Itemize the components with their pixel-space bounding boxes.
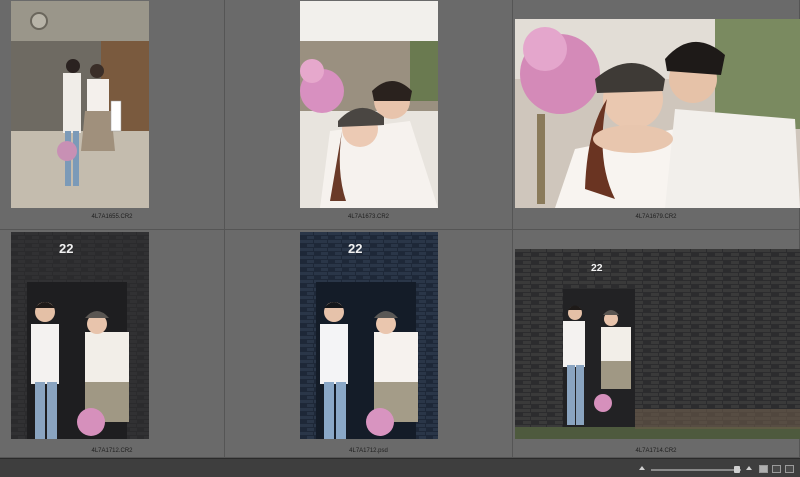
- thumbnail-cell[interactable]: 4L7A1655.CR2: [0, 0, 225, 230]
- photo-thumbnail[interactable]: [11, 1, 149, 208]
- thumbnail-grid: 4L7A1655.CR2 4L7A1673.CR2 4L7A1679.CR2 2…: [0, 0, 800, 458]
- thumbnail-filename: 4L7A1679.CR2: [635, 214, 677, 220]
- sort-triangle-icon[interactable]: [639, 466, 645, 470]
- svg-text:22: 22: [348, 241, 362, 255]
- thumbnail-filename: 4L7A1714.CR2: [635, 448, 677, 454]
- photo-thumbnail[interactable]: 22: [515, 249, 800, 439]
- thumbnail-filename: 4L7A1712.psd: [349, 448, 388, 454]
- thumbnail-filename: 4L7A1673.CR2: [347, 214, 390, 220]
- thumbnail-cell[interactable]: 22 4L7A1712.CR2: [0, 230, 225, 458]
- thumbnail-cell[interactable]: 22 4L7A1714.CR2: [513, 230, 800, 458]
- thumbnail-filename: 4L7A1655.CR2: [91, 214, 133, 220]
- thumbnail-cell[interactable]: 4L7A1673.CR2: [225, 0, 513, 230]
- wall-number-22: 22: [591, 261, 607, 273]
- thumbnail-filename: 4L7A1712.CR2: [91, 448, 133, 454]
- list-view-icon[interactable]: [772, 465, 781, 473]
- photo-thumbnail[interactable]: 22: [11, 232, 149, 439]
- thumbnail-cell[interactable]: 4L7A1679.CR2: [513, 0, 800, 230]
- thumbnail-cell[interactable]: 22 4L7A1712.psd: [225, 230, 513, 458]
- svg-text:22: 22: [59, 241, 73, 255]
- photo-thumbnail[interactable]: 22: [300, 232, 438, 439]
- wall-number-22: 22: [59, 241, 79, 255]
- photo-thumbnail[interactable]: [300, 1, 438, 208]
- wall-number-22: 22: [348, 241, 368, 255]
- list-view-icon[interactable]: [785, 465, 794, 473]
- status-bar: [0, 458, 800, 477]
- slider-thumb[interactable]: [733, 466, 740, 473]
- photo-thumbnail[interactable]: [515, 19, 800, 208]
- sort-triangle-icon[interactable]: [746, 466, 752, 470]
- svg-text:22: 22: [591, 263, 603, 273]
- grid-view-icon[interactable]: [759, 465, 768, 473]
- thumbnail-size-slider[interactable]: [651, 469, 741, 471]
